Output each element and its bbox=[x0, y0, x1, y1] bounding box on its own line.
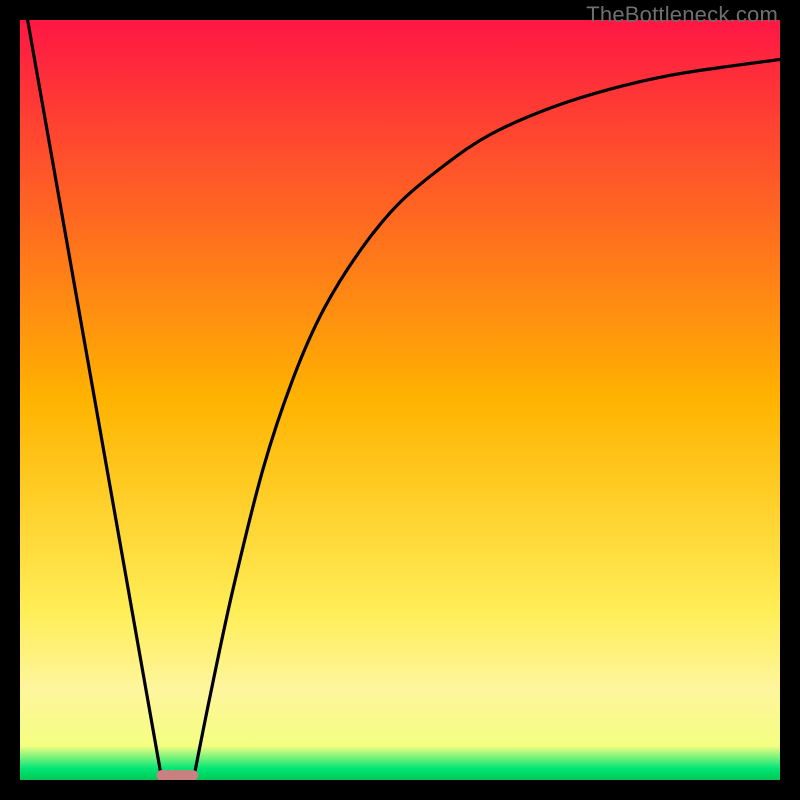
baseline-pill bbox=[156, 770, 198, 780]
gradient-bg bbox=[20, 20, 780, 780]
chart-frame bbox=[20, 20, 780, 780]
baseline-marker bbox=[156, 770, 198, 780]
watermark-text: TheBottleneck.com bbox=[586, 2, 778, 28]
chart-plot bbox=[20, 20, 780, 780]
